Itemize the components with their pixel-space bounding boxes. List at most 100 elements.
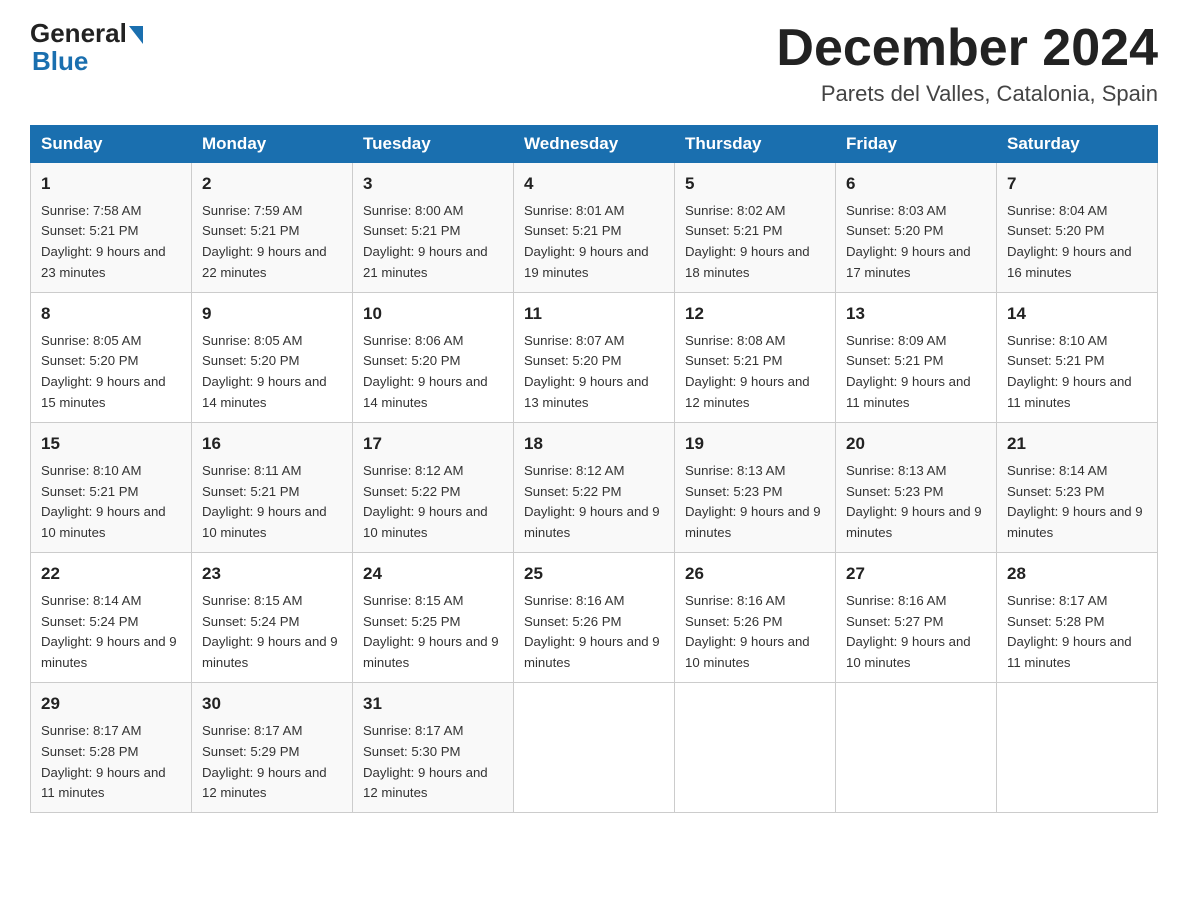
calendar-cell: 15 Sunrise: 8:10 AM Sunset: 5:21 PM Dayl…	[31, 423, 192, 553]
sunset-info: Sunset: 5:26 PM	[685, 614, 783, 629]
sunrise-info: Sunrise: 8:09 AM	[846, 333, 946, 348]
sunrise-info: Sunrise: 8:01 AM	[524, 203, 624, 218]
sunrise-info: Sunrise: 8:14 AM	[41, 593, 141, 608]
sunrise-info: Sunrise: 8:11 AM	[202, 463, 301, 478]
calendar-table: SundayMondayTuesdayWednesdayThursdayFrid…	[30, 125, 1158, 813]
day-number: 4	[524, 171, 664, 197]
day-number: 18	[524, 431, 664, 457]
sunrise-info: Sunrise: 8:00 AM	[363, 203, 463, 218]
daylight-info: Daylight: 9 hours and 13 minutes	[524, 374, 649, 410]
calendar-cell: 31 Sunrise: 8:17 AM Sunset: 5:30 PM Dayl…	[353, 683, 514, 813]
daylight-info: Daylight: 9 hours and 11 minutes	[1007, 634, 1132, 670]
day-number: 25	[524, 561, 664, 587]
sunset-info: Sunset: 5:28 PM	[41, 744, 139, 759]
daylight-info: Daylight: 9 hours and 9 minutes	[1007, 504, 1143, 540]
sunset-info: Sunset: 5:23 PM	[1007, 484, 1105, 499]
day-number: 22	[41, 561, 181, 587]
sunset-info: Sunset: 5:23 PM	[685, 484, 783, 499]
calendar-cell: 8 Sunrise: 8:05 AM Sunset: 5:20 PM Dayli…	[31, 293, 192, 423]
daylight-info: Daylight: 9 hours and 22 minutes	[202, 244, 327, 280]
calendar-cell: 22 Sunrise: 8:14 AM Sunset: 5:24 PM Dayl…	[31, 553, 192, 683]
daylight-info: Daylight: 9 hours and 18 minutes	[685, 244, 810, 280]
header-sunday: Sunday	[31, 126, 192, 163]
sunset-info: Sunset: 5:20 PM	[846, 223, 944, 238]
week-row-5: 29 Sunrise: 8:17 AM Sunset: 5:28 PM Dayl…	[31, 683, 1158, 813]
header-wednesday: Wednesday	[514, 126, 675, 163]
calendar-cell: 24 Sunrise: 8:15 AM Sunset: 5:25 PM Dayl…	[353, 553, 514, 683]
sunrise-info: Sunrise: 8:17 AM	[363, 723, 463, 738]
logo: General Blue	[30, 20, 143, 77]
sunset-info: Sunset: 5:29 PM	[202, 744, 300, 759]
page-header: General Blue December 2024 Parets del Va…	[30, 20, 1158, 107]
day-number: 6	[846, 171, 986, 197]
header-tuesday: Tuesday	[353, 126, 514, 163]
sunset-info: Sunset: 5:23 PM	[846, 484, 944, 499]
sunrise-info: Sunrise: 8:02 AM	[685, 203, 785, 218]
day-number: 3	[363, 171, 503, 197]
daylight-info: Daylight: 9 hours and 10 minutes	[685, 634, 810, 670]
day-number: 30	[202, 691, 342, 717]
day-number: 15	[41, 431, 181, 457]
day-number: 9	[202, 301, 342, 327]
calendar-cell: 17 Sunrise: 8:12 AM Sunset: 5:22 PM Dayl…	[353, 423, 514, 553]
sunrise-info: Sunrise: 8:14 AM	[1007, 463, 1107, 478]
week-row-4: 22 Sunrise: 8:14 AM Sunset: 5:24 PM Dayl…	[31, 553, 1158, 683]
day-number: 27	[846, 561, 986, 587]
sunset-info: Sunset: 5:21 PM	[41, 223, 139, 238]
day-number: 16	[202, 431, 342, 457]
sunset-info: Sunset: 5:22 PM	[524, 484, 622, 499]
calendar-cell: 20 Sunrise: 8:13 AM Sunset: 5:23 PM Dayl…	[836, 423, 997, 553]
calendar-cell: 9 Sunrise: 8:05 AM Sunset: 5:20 PM Dayli…	[192, 293, 353, 423]
daylight-info: Daylight: 9 hours and 11 minutes	[1007, 374, 1132, 410]
calendar-cell: 6 Sunrise: 8:03 AM Sunset: 5:20 PM Dayli…	[836, 163, 997, 293]
week-row-2: 8 Sunrise: 8:05 AM Sunset: 5:20 PM Dayli…	[31, 293, 1158, 423]
calendar-cell: 5 Sunrise: 8:02 AM Sunset: 5:21 PM Dayli…	[675, 163, 836, 293]
title-block: December 2024 Parets del Valles, Catalon…	[776, 20, 1158, 107]
day-number: 31	[363, 691, 503, 717]
day-number: 13	[846, 301, 986, 327]
sunset-info: Sunset: 5:20 PM	[363, 353, 461, 368]
calendar-cell: 4 Sunrise: 8:01 AM Sunset: 5:21 PM Dayli…	[514, 163, 675, 293]
calendar-cell: 26 Sunrise: 8:16 AM Sunset: 5:26 PM Dayl…	[675, 553, 836, 683]
daylight-info: Daylight: 9 hours and 12 minutes	[202, 765, 327, 801]
calendar-cell: 21 Sunrise: 8:14 AM Sunset: 5:23 PM Dayl…	[997, 423, 1158, 553]
sunset-info: Sunset: 5:26 PM	[524, 614, 622, 629]
calendar-cell: 29 Sunrise: 8:17 AM Sunset: 5:28 PM Dayl…	[31, 683, 192, 813]
sunset-info: Sunset: 5:28 PM	[1007, 614, 1105, 629]
sunrise-info: Sunrise: 8:15 AM	[202, 593, 302, 608]
sunset-info: Sunset: 5:20 PM	[1007, 223, 1105, 238]
day-number: 8	[41, 301, 181, 327]
sunrise-info: Sunrise: 8:10 AM	[41, 463, 141, 478]
calendar-cell: 23 Sunrise: 8:15 AM Sunset: 5:24 PM Dayl…	[192, 553, 353, 683]
sunset-info: Sunset: 5:21 PM	[524, 223, 622, 238]
calendar-cell: 25 Sunrise: 8:16 AM Sunset: 5:26 PM Dayl…	[514, 553, 675, 683]
day-number: 1	[41, 171, 181, 197]
calendar-cell: 27 Sunrise: 8:16 AM Sunset: 5:27 PM Dayl…	[836, 553, 997, 683]
daylight-info: Daylight: 9 hours and 14 minutes	[363, 374, 488, 410]
sunset-info: Sunset: 5:21 PM	[363, 223, 461, 238]
day-number: 7	[1007, 171, 1147, 197]
sunrise-info: Sunrise: 8:03 AM	[846, 203, 946, 218]
sunrise-info: Sunrise: 8:08 AM	[685, 333, 785, 348]
sunset-info: Sunset: 5:22 PM	[363, 484, 461, 499]
daylight-info: Daylight: 9 hours and 9 minutes	[41, 634, 177, 670]
daylight-info: Daylight: 9 hours and 10 minutes	[202, 504, 327, 540]
logo-arrow-icon	[129, 26, 143, 44]
day-number: 2	[202, 171, 342, 197]
daylight-info: Daylight: 9 hours and 12 minutes	[685, 374, 810, 410]
sunrise-info: Sunrise: 7:59 AM	[202, 203, 302, 218]
sunset-info: Sunset: 5:21 PM	[202, 223, 300, 238]
daylight-info: Daylight: 9 hours and 9 minutes	[202, 634, 338, 670]
daylight-info: Daylight: 9 hours and 9 minutes	[363, 634, 499, 670]
calendar-cell: 19 Sunrise: 8:13 AM Sunset: 5:23 PM Dayl…	[675, 423, 836, 553]
daylight-info: Daylight: 9 hours and 21 minutes	[363, 244, 488, 280]
sunrise-info: Sunrise: 8:13 AM	[846, 463, 946, 478]
calendar-cell: 7 Sunrise: 8:04 AM Sunset: 5:20 PM Dayli…	[997, 163, 1158, 293]
location-text: Parets del Valles, Catalonia, Spain	[776, 81, 1158, 107]
daylight-info: Daylight: 9 hours and 14 minutes	[202, 374, 327, 410]
logo-blue-text: Blue	[30, 46, 88, 77]
sunrise-info: Sunrise: 8:15 AM	[363, 593, 463, 608]
sunrise-info: Sunrise: 8:12 AM	[524, 463, 624, 478]
daylight-info: Daylight: 9 hours and 10 minutes	[363, 504, 488, 540]
day-number: 24	[363, 561, 503, 587]
